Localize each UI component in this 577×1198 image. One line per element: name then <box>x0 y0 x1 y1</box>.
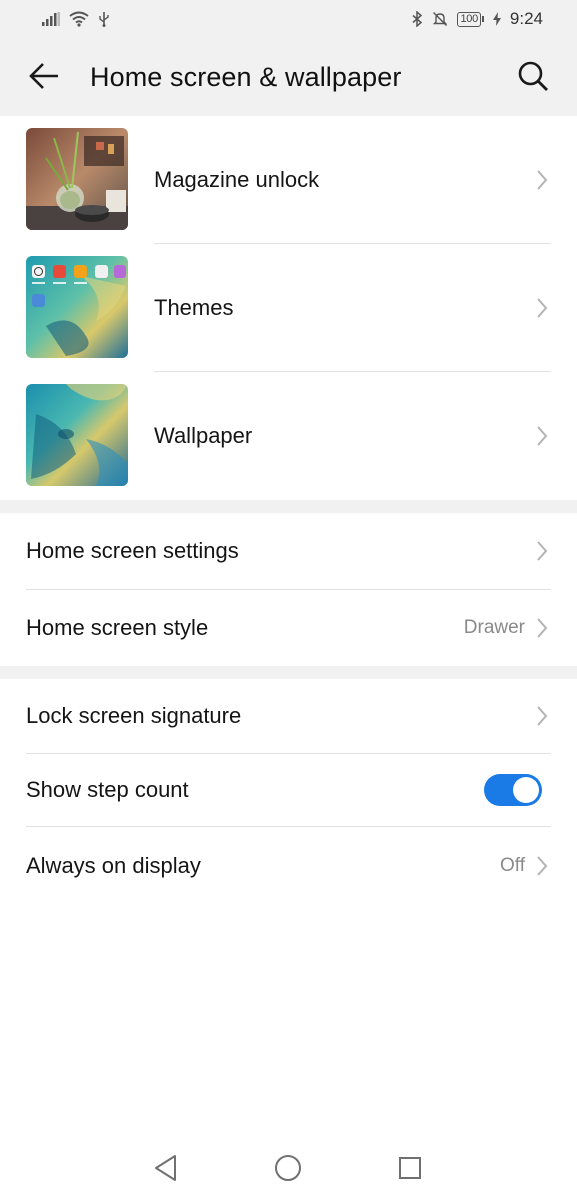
chevron-right-icon <box>535 540 549 562</box>
nav-back-button[interactable] <box>146 1152 186 1188</box>
wallpaper-label: Wallpaper <box>154 423 253 448</box>
always-on-display-value: Off <box>500 855 525 876</box>
bluetooth-icon <box>412 11 423 27</box>
status-bar: 100 9:24 <box>0 0 577 38</box>
search-icon <box>517 60 549 97</box>
home-screen-style-label: Home screen style <box>26 615 209 640</box>
back-arrow-icon <box>28 62 60 95</box>
themes-label: Themes <box>154 295 234 320</box>
magazine-unlock-label: Magazine unlock <box>154 167 320 192</box>
chevron-right-icon <box>535 425 549 447</box>
nav-home-icon <box>274 1154 302 1187</box>
page-title: Home screen & wallpaper <box>90 62 402 92</box>
section-separator <box>0 666 577 679</box>
home-screen-style-row[interactable]: Home screen style Drawer <box>0 590 577 666</box>
system-navigation-bar <box>0 1140 577 1198</box>
section-separator <box>0 500 577 513</box>
wifi-icon <box>69 11 89 27</box>
toggle-knob <box>513 777 539 803</box>
signal-icon <box>42 12 60 26</box>
themes-thumbnail <box>26 256 128 358</box>
status-bar-right: 100 9:24 <box>412 9 543 29</box>
themes-row[interactable]: Themes <box>0 244 577 372</box>
lock-screen-signature-label: Lock screen signature <box>26 703 242 728</box>
home-screen-settings-label: Home screen settings <box>26 538 239 563</box>
charging-icon <box>492 12 501 26</box>
step-count-toggle[interactable] <box>484 774 542 806</box>
notifications-off-icon <box>432 11 448 27</box>
usb-icon <box>98 11 110 27</box>
show-step-count-row: Show step count <box>0 754 577 826</box>
nav-back-icon <box>153 1154 179 1187</box>
battery-icon: 100 <box>457 11 484 27</box>
back-button[interactable] <box>26 60 62 96</box>
wallpaper-row[interactable]: Wallpaper <box>0 372 577 500</box>
battery-level: 100 <box>457 11 481 27</box>
search-button[interactable] <box>515 60 551 96</box>
chevron-right-icon <box>535 169 549 191</box>
app-header: Home screen & wallpaper <box>0 38 577 116</box>
nav-home-button[interactable] <box>268 1152 308 1188</box>
chevron-right-icon <box>535 617 549 639</box>
chevron-right-icon <box>535 855 549 877</box>
lock-screen-signature-row[interactable]: Lock screen signature <box>0 679 577 753</box>
magazine-unlock-row[interactable]: Magazine unlock <box>0 116 577 244</box>
chevron-right-icon <box>535 297 549 319</box>
nav-recents-icon <box>398 1156 422 1185</box>
status-time: 9:24 <box>509 9 543 28</box>
wallpaper-thumbnail <box>26 384 128 486</box>
show-step-count-label: Show step count <box>26 777 189 802</box>
chevron-right-icon <box>535 705 549 727</box>
always-on-display-row[interactable]: Always on display Off <box>0 827 577 905</box>
nav-recents-button[interactable] <box>390 1152 430 1188</box>
home-screen-style-value: Drawer <box>463 617 525 638</box>
home-screen-settings-row[interactable]: Home screen settings <box>0 513 577 589</box>
always-on-display-label: Always on display <box>26 853 201 878</box>
status-bar-left <box>42 11 110 27</box>
magazine-unlock-thumbnail <box>26 128 128 230</box>
